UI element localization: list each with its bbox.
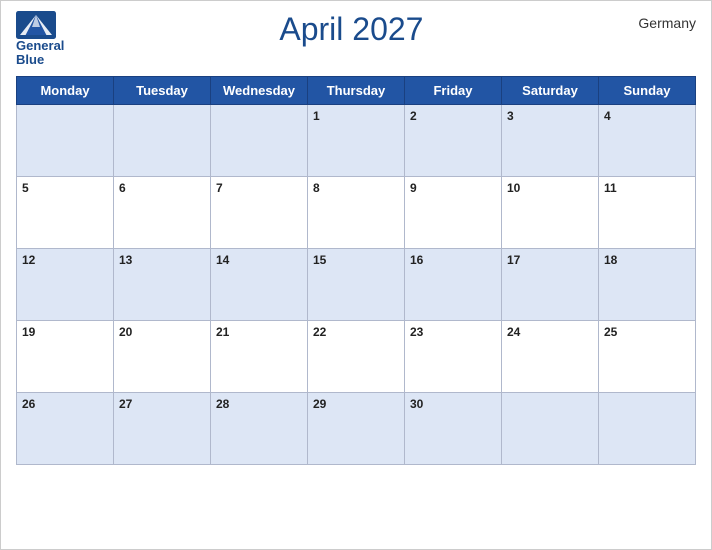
day-number: 24 <box>507 325 520 339</box>
calendar-day-cell: 22 <box>308 320 405 392</box>
calendar-day-cell: 6 <box>114 176 211 248</box>
day-number: 28 <box>216 397 229 411</box>
country-label: Germany <box>638 15 696 31</box>
day-number: 2 <box>410 109 417 123</box>
calendar-day-cell: 18 <box>599 248 696 320</box>
weekday-header-monday: Monday <box>17 76 114 104</box>
day-number: 12 <box>22 253 35 267</box>
calendar-day-cell: 25 <box>599 320 696 392</box>
day-number: 8 <box>313 181 320 195</box>
day-number: 27 <box>119 397 132 411</box>
calendar-day-cell: 13 <box>114 248 211 320</box>
weekday-header-row: MondayTuesdayWednesdayThursdayFridaySatu… <box>17 76 696 104</box>
calendar-day-cell: 2 <box>405 104 502 176</box>
day-number: 15 <box>313 253 326 267</box>
weekday-header-sunday: Sunday <box>599 76 696 104</box>
calendar-day-cell <box>114 104 211 176</box>
calendar-day-cell: 17 <box>502 248 599 320</box>
calendar-day-cell: 16 <box>405 248 502 320</box>
logo-text-line2: Blue <box>16 53 44 67</box>
calendar-day-cell: 20 <box>114 320 211 392</box>
day-number: 23 <box>410 325 423 339</box>
calendar-week-row: 12 13 14 15 16 17 18 <box>17 248 696 320</box>
calendar-day-cell: 26 <box>17 392 114 464</box>
weekday-header-thursday: Thursday <box>308 76 405 104</box>
calendar-day-cell: 5 <box>17 176 114 248</box>
day-number: 21 <box>216 325 229 339</box>
day-number: 5 <box>22 181 29 195</box>
calendar-week-row: 26 27 28 29 30 <box>17 392 696 464</box>
calendar-day-cell <box>502 392 599 464</box>
day-number: 30 <box>410 397 423 411</box>
calendar-container: General Blue April 2027 Germany MondayTu… <box>0 0 712 550</box>
calendar-day-cell: 12 <box>17 248 114 320</box>
calendar-day-cell: 11 <box>599 176 696 248</box>
calendar-day-cell: 24 <box>502 320 599 392</box>
day-number: 7 <box>216 181 223 195</box>
calendar-day-cell: 30 <box>405 392 502 464</box>
calendar-day-cell: 19 <box>17 320 114 392</box>
day-number: 13 <box>119 253 132 267</box>
weekday-header-wednesday: Wednesday <box>211 76 308 104</box>
calendar-day-cell: 21 <box>211 320 308 392</box>
calendar-day-cell: 23 <box>405 320 502 392</box>
day-number: 9 <box>410 181 417 195</box>
day-number: 17 <box>507 253 520 267</box>
calendar-day-cell: 14 <box>211 248 308 320</box>
day-number: 14 <box>216 253 229 267</box>
day-number: 4 <box>604 109 611 123</box>
calendar-day-cell <box>599 392 696 464</box>
day-number: 16 <box>410 253 423 267</box>
calendar-title: April 2027 <box>64 11 638 48</box>
day-number: 6 <box>119 181 126 195</box>
weekday-header-saturday: Saturday <box>502 76 599 104</box>
logo-text-line1: General <box>16 39 64 53</box>
calendar-day-cell <box>211 104 308 176</box>
day-number: 18 <box>604 253 617 267</box>
day-number: 1 <box>313 109 320 123</box>
calendar-grid: MondayTuesdayWednesdayThursdayFridaySatu… <box>16 76 696 465</box>
calendar-day-cell: 28 <box>211 392 308 464</box>
calendar-day-cell <box>17 104 114 176</box>
day-number: 26 <box>22 397 35 411</box>
day-number: 19 <box>22 325 35 339</box>
calendar-week-row: 5 6 7 8 9 10 11 <box>17 176 696 248</box>
calendar-day-cell: 8 <box>308 176 405 248</box>
day-number: 29 <box>313 397 326 411</box>
day-number: 25 <box>604 325 617 339</box>
calendar-day-cell: 9 <box>405 176 502 248</box>
day-number: 22 <box>313 325 326 339</box>
calendar-week-row: 19 20 21 22 23 24 25 <box>17 320 696 392</box>
calendar-day-cell: 7 <box>211 176 308 248</box>
day-number: 10 <box>507 181 520 195</box>
day-number: 11 <box>604 181 617 195</box>
day-number: 20 <box>119 325 132 339</box>
calendar-day-cell: 3 <box>502 104 599 176</box>
weekday-header-friday: Friday <box>405 76 502 104</box>
weekday-header-tuesday: Tuesday <box>114 76 211 104</box>
calendar-day-cell: 15 <box>308 248 405 320</box>
generalblue-logo-icon <box>16 11 56 39</box>
calendar-day-cell: 27 <box>114 392 211 464</box>
calendar-day-cell: 1 <box>308 104 405 176</box>
calendar-week-row: 1 2 3 4 <box>17 104 696 176</box>
calendar-header: General Blue April 2027 Germany <box>16 11 696 68</box>
calendar-day-cell: 10 <box>502 176 599 248</box>
calendar-day-cell: 4 <box>599 104 696 176</box>
day-number: 3 <box>507 109 514 123</box>
logo-area: General Blue <box>16 11 64 68</box>
calendar-day-cell: 29 <box>308 392 405 464</box>
